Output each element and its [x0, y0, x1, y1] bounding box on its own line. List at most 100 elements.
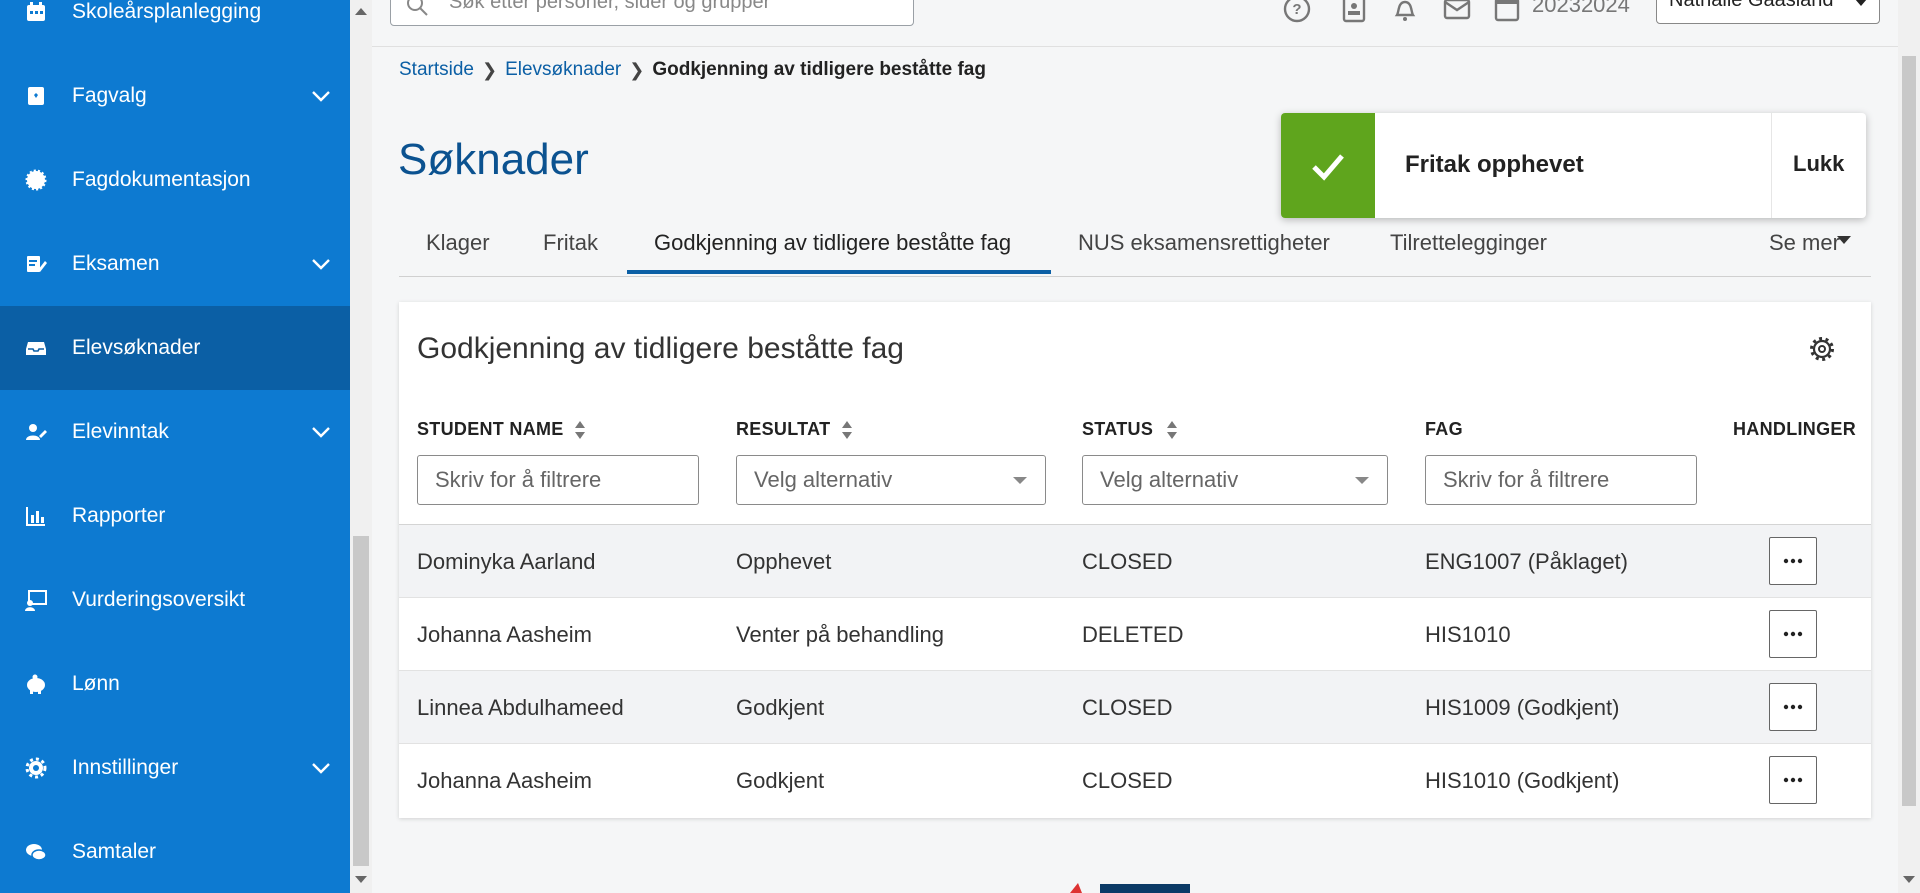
scrollbar-thumb[interactable]: [353, 536, 369, 866]
search-placeholder: Søk etter personer, sider og grupper: [449, 0, 771, 13]
row-actions-button[interactable]: [1769, 683, 1817, 731]
search-input[interactable]: Søk etter personer, sider og grupper: [390, 0, 914, 26]
sidebar-item-samtaler[interactable]: Samtaler: [0, 810, 350, 893]
page-title: Søknader: [398, 135, 589, 184]
row-actions-button[interactable]: [1769, 610, 1817, 658]
column-header-student-name[interactable]: STUDENT NAME: [417, 419, 564, 440]
tab-tilrettelegginger[interactable]: Tilrettelegginger: [1390, 230, 1547, 256]
breadcrumb-current: Godkjenning av tidligere beståtte fag: [652, 59, 986, 80]
top-bar: Søk etter personer, sider og grupper ? 2…: [372, 0, 1898, 47]
sidebar-item-vurderingsoversikt[interactable]: Vurderingsoversikt: [0, 558, 350, 642]
breadcrumb-link-elevsoknader[interactable]: Elevsøknader: [505, 59, 621, 81]
mail-icon[interactable]: [1442, 0, 1472, 24]
cell-status: CLOSED: [1082, 549, 1173, 574]
sidebar-item-fagvalg[interactable]: Fagvalg: [0, 54, 350, 138]
sidebar-item-label: Innstillinger: [72, 756, 179, 779]
sort-icon[interactable]: [574, 420, 586, 440]
help-icon[interactable]: ?: [1282, 0, 1312, 24]
user-select[interactable]: Nathalie Gaasland: [1656, 0, 1880, 24]
book-icon: [24, 84, 48, 108]
breadcrumb: Startside ❯ Elevsøknader ❯ Godkjenning a…: [399, 59, 986, 81]
tab-nus[interactable]: NUS eksamensrettigheter: [1078, 230, 1330, 256]
sidebar-item-label: Vurderingsoversikt: [72, 588, 246, 611]
row-actions-button[interactable]: [1769, 756, 1817, 804]
tab-fritak[interactable]: Fritak: [543, 230, 598, 256]
cell-resultat: Godkjent: [736, 695, 825, 720]
scrollbar-thumb[interactable]: [1902, 56, 1916, 806]
column-header-handlinger: HANDLINGER: [1733, 419, 1856, 439]
gear-icon[interactable]: [1809, 336, 1835, 362]
active-tab-indicator: [627, 270, 1051, 274]
toast-close-button[interactable]: Lukk: [1793, 151, 1844, 177]
presentation-icon: [24, 588, 48, 612]
scroll-up-arrow-icon[interactable]: [355, 8, 367, 15]
scroll-down-arrow-icon[interactable]: [355, 876, 367, 883]
user-edit-icon: [24, 420, 48, 444]
gear-icon: [24, 756, 48, 780]
student-name-filter[interactable]: Skriv for å filtrere: [417, 455, 699, 505]
chevron-right-icon: ❯: [629, 59, 645, 80]
scroll-down-arrow-icon[interactable]: [1903, 876, 1915, 883]
success-toast: Fritak opphevet Lukk: [1281, 113, 1866, 218]
more-horizontal-icon: [1783, 631, 1803, 637]
tab-godkjenning[interactable]: Godkjenning av tidligere beståtte fag: [654, 230, 1011, 256]
cell-resultat: Venter på behandling: [736, 622, 944, 647]
column-header-resultat[interactable]: RESULTAT: [736, 419, 830, 440]
sidebar-item-elevinntak[interactable]: Elevinntak: [0, 390, 350, 474]
badge-icon: [24, 168, 48, 192]
calendar-icon: [24, 0, 48, 24]
resultat-filter-select[interactable]: Velg alternativ: [736, 455, 1046, 505]
filter-placeholder: Velg alternativ: [754, 467, 893, 492]
table-row: Linnea Abdulhameed Godkjent CLOSED HIS10…: [399, 671, 1871, 744]
chat-icon: [24, 840, 48, 864]
cell-fag: HIS1009 (Godkjent): [1425, 695, 1620, 720]
chevron-down-icon: [312, 763, 330, 774]
toast-divider: [1771, 113, 1772, 218]
cell-resultat: Godkjent: [736, 768, 825, 793]
svg-text:?: ?: [1292, 1, 1301, 18]
page-scrollbar[interactable]: [1898, 0, 1920, 893]
chevron-down-icon: [312, 91, 330, 102]
tab-klager[interactable]: Klager: [426, 230, 490, 256]
chevron-right-icon: ❯: [481, 59, 498, 80]
cell-status: CLOSED: [1082, 695, 1173, 720]
sidebar-item-skolearsplanlegging[interactable]: Skoleårsplanlegging: [0, 0, 350, 54]
toast-message: Fritak opphevet: [1405, 151, 1584, 178]
bar-chart-icon: [24, 504, 48, 528]
cell-fag: HIS1010: [1425, 622, 1511, 647]
calendar-icon[interactable]: [1492, 0, 1522, 24]
column-header-status[interactable]: STATUS: [1082, 419, 1153, 440]
sidebar-item-fagdokumentasjon[interactable]: Fagdokumentasjon: [0, 138, 350, 222]
filter-placeholder: Skriv for å filtrere: [1443, 467, 1610, 492]
sidebar-item-innstillinger[interactable]: Innstillinger: [0, 726, 350, 810]
cell-status: CLOSED: [1082, 768, 1173, 793]
sidebar-item-elevsoknader[interactable]: Elevsøknader: [0, 306, 350, 390]
sidebar-item-label: Fagvalg: [72, 84, 147, 107]
sidebar-scrollbar[interactable]: [350, 0, 372, 893]
bell-icon[interactable]: [1390, 0, 1420, 24]
column-header-fag: FAG: [1425, 419, 1463, 439]
breadcrumb-link-startside[interactable]: Startside: [399, 59, 474, 81]
card-title: Godkjenning av tidligere beståtte fag: [417, 332, 904, 365]
cell-student-name: Linnea Abdulhameed: [417, 695, 624, 720]
sort-icon[interactable]: [1166, 420, 1178, 440]
sidebar-item-eksamen[interactable]: Eksamen: [0, 222, 350, 306]
tab-se-mer[interactable]: Se mer: [1769, 230, 1840, 256]
chevron-down-icon: [312, 259, 330, 270]
sidebar-item-rapporter[interactable]: Rapporter: [0, 474, 350, 558]
filter-placeholder: Skriv for å filtrere: [435, 467, 602, 492]
contacts-icon[interactable]: [1339, 0, 1369, 24]
sidebar: Skoleårsplanlegging Fagvalg Fagdokumenta…: [0, 0, 350, 893]
sidebar-item-label: Lønn: [72, 672, 120, 695]
cell-student-name: Johanna Aasheim: [417, 768, 592, 793]
more-horizontal-icon: [1783, 704, 1803, 710]
cell-status: DELETED: [1082, 622, 1184, 647]
fag-filter[interactable]: Skriv for å filtrere: [1425, 455, 1697, 505]
sidebar-item-lonn[interactable]: Lønn: [0, 642, 350, 726]
row-actions-button[interactable]: [1769, 537, 1817, 585]
school-year-label[interactable]: 20232024: [1532, 0, 1630, 18]
filter-placeholder: Velg alternativ: [1100, 467, 1239, 492]
user-name: Nathalie Gaasland: [1669, 0, 1834, 11]
sort-icon[interactable]: [841, 420, 853, 440]
status-filter-select[interactable]: Velg alternativ: [1082, 455, 1388, 505]
